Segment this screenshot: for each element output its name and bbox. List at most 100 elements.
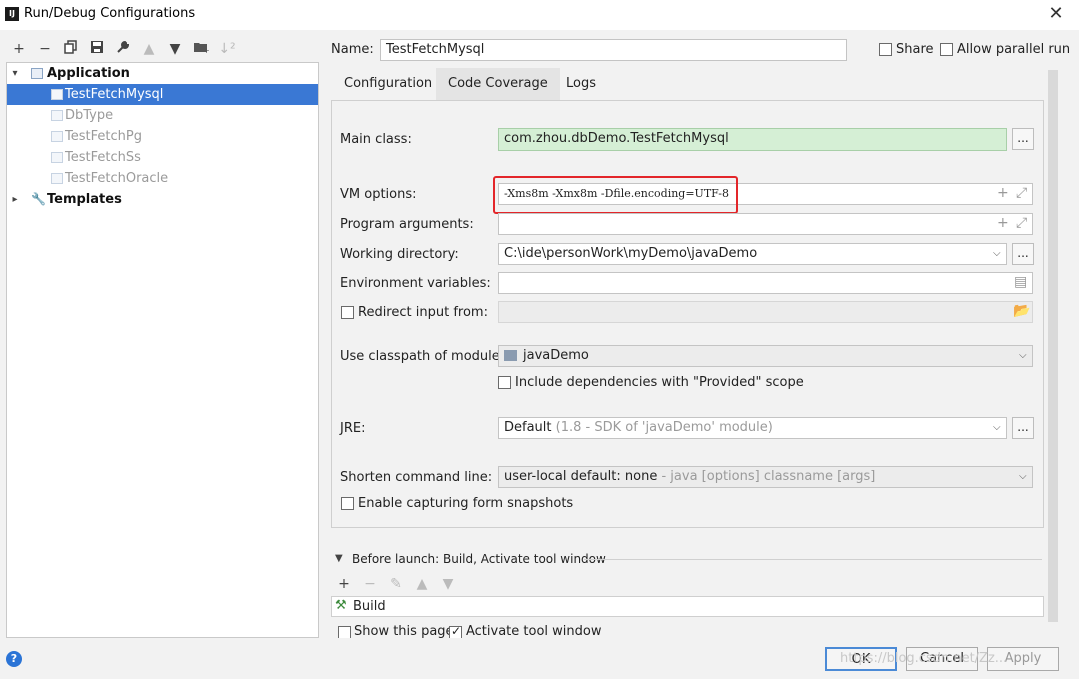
- tree-item-testfetchmysql[interactable]: TestFetchMysql: [7, 84, 318, 105]
- app-icon: IJ: [5, 7, 19, 21]
- save-icon[interactable]: [88, 40, 106, 58]
- tree-item-dbtype[interactable]: DbType: [7, 105, 318, 126]
- chevron-down-icon[interactable]: ▼: [335, 553, 343, 564]
- expand-icon[interactable]: ⤢: [1016, 215, 1027, 231]
- application-icon: [51, 152, 63, 163]
- share-label: Share: [896, 42, 934, 57]
- wrench-icon: 🔧: [31, 192, 46, 206]
- show-page-label: Show this page: [354, 624, 454, 638]
- chevron-down-icon[interactable]: ⌵: [1019, 471, 1027, 482]
- tree-item-templates[interactable]: ▸ 🔧 Templates: [7, 189, 318, 210]
- edit-icon[interactable]: ✎: [387, 575, 405, 593]
- share-checkbox[interactable]: [879, 43, 892, 56]
- before-launch-header[interactable]: Before launch: Build, Activate tool wind…: [352, 552, 606, 566]
- main-class-browse-button[interactable]: ...: [1012, 128, 1034, 150]
- tree-item-testfetchss[interactable]: TestFetchSs: [7, 147, 318, 168]
- tab-configuration[interactable]: Configuration: [332, 68, 444, 100]
- working-directory-browse-button[interactable]: ...: [1012, 243, 1034, 265]
- title-bar: IJ Run/Debug Configurations ✕: [0, 0, 1079, 30]
- shorten-command-select[interactable]: user-local default: none - java [options…: [498, 466, 1033, 488]
- activate-window-checkbox[interactable]: [449, 624, 462, 638]
- redirect-input-checkbox[interactable]: [341, 306, 354, 319]
- environment-variables-input[interactable]: [498, 272, 1033, 294]
- application-icon: [51, 131, 63, 142]
- arrow-down-icon[interactable]: ▼: [439, 575, 457, 593]
- arrow-up-icon[interactable]: ▲: [140, 40, 158, 58]
- chevron-down-icon[interactable]: ⌵: [1019, 350, 1027, 361]
- application-icon: [31, 68, 43, 79]
- chevron-down-icon[interactable]: ▾: [9, 63, 21, 84]
- before-launch-build-item[interactable]: Build: [353, 599, 386, 614]
- plus-icon[interactable]: +: [997, 215, 1009, 231]
- sort-icon[interactable]: ↓²: [218, 40, 236, 58]
- close-icon[interactable]: ✕: [1046, 3, 1066, 25]
- minus-icon[interactable]: −: [36, 40, 54, 58]
- jre-label: JRE:: [340, 421, 366, 436]
- main-class-input[interactable]: com.zhou.dbDemo.TestFetchMysql: [498, 128, 1007, 151]
- tab-logs[interactable]: Logs: [554, 68, 608, 100]
- chevron-right-icon[interactable]: ▸: [9, 189, 21, 210]
- copy-icon[interactable]: [62, 40, 80, 58]
- window-title: Run/Debug Configurations: [24, 6, 196, 21]
- before-launch-options: Show this page Activate tool window: [331, 622, 1044, 638]
- allow-parallel-label: Allow parallel run: [957, 42, 1071, 57]
- program-arguments-label: Program arguments:: [340, 217, 474, 232]
- enable-snapshots-checkbox[interactable]: [341, 497, 354, 510]
- activate-window-label: Activate tool window: [466, 624, 602, 638]
- plus-icon[interactable]: +: [335, 575, 353, 593]
- application-icon: [51, 110, 63, 121]
- jre-hint: (1.8 - SDK of 'javaDemo' module): [555, 420, 773, 435]
- shorten-command-value: user-local default: none: [504, 469, 658, 484]
- chevron-down-icon[interactable]: ⌵: [993, 422, 1001, 433]
- arrow-up-icon[interactable]: ▲: [413, 575, 431, 593]
- expand-icon[interactable]: ⤢: [1016, 185, 1027, 201]
- scrollbar[interactable]: [1048, 70, 1058, 622]
- application-icon: [51, 89, 63, 100]
- program-arguments-input[interactable]: [498, 213, 1033, 235]
- wrench-icon[interactable]: [114, 40, 132, 58]
- name-label: Name:: [331, 42, 374, 57]
- divider: [584, 559, 1042, 560]
- chevron-down-icon[interactable]: ⌵: [993, 248, 1001, 259]
- module-icon: [504, 350, 517, 361]
- help-icon[interactable]: ?: [6, 651, 22, 667]
- tab-code-coverage[interactable]: Code Coverage: [436, 68, 560, 100]
- include-dependencies-label: Include dependencies with "Provided" sco…: [515, 375, 804, 390]
- allow-parallel-checkbox[interactable]: [940, 43, 953, 56]
- list-icon[interactable]: ▤: [1014, 274, 1027, 290]
- enable-snapshots-label: Enable capturing form snapshots: [358, 496, 574, 511]
- working-directory-label: Working directory:: [340, 247, 459, 262]
- build-icon: ⚒: [335, 598, 347, 613]
- application-icon: [51, 173, 63, 184]
- tree-item-testfetchpg[interactable]: TestFetchPg: [7, 126, 318, 147]
- name-input[interactable]: TestFetchMysql: [380, 39, 847, 61]
- minus-icon[interactable]: −: [361, 575, 379, 593]
- watermark-text: https://blog.csdn.net/Zz...: [840, 651, 1008, 666]
- tree-item-application[interactable]: ▾ Application: [7, 63, 318, 84]
- folder-icon: 📂: [1013, 303, 1031, 319]
- jre-select[interactable]: Default (1.8 - SDK of 'javaDemo' module): [498, 417, 1007, 439]
- highlight-box: [493, 176, 738, 214]
- jre-browse-button[interactable]: ...: [1012, 417, 1034, 439]
- include-dependencies-checkbox[interactable]: [498, 376, 511, 389]
- main-class-label: Main class:: [340, 132, 412, 147]
- before-launch-list: [331, 596, 1044, 617]
- configuration-tree: ▾ Application TestFetchMysql DbType Test…: [6, 62, 319, 638]
- redirect-input-field: [498, 301, 1033, 323]
- environment-variables-label: Environment variables:: [340, 276, 491, 291]
- show-page-checkbox[interactable]: [338, 626, 351, 638]
- redirect-input-label: Redirect input from:: [358, 305, 488, 320]
- arrow-down-icon[interactable]: ▼: [166, 40, 184, 58]
- classpath-module-label: Use classpath of module:: [340, 349, 505, 364]
- plus-icon[interactable]: +: [997, 185, 1009, 201]
- tree-item-testfetchoracle[interactable]: TestFetchOracle: [7, 168, 318, 189]
- classpath-module-select[interactable]: javaDemo: [498, 345, 1033, 367]
- vm-options-label: VM options:: [340, 187, 417, 202]
- plus-icon[interactable]: +: [10, 40, 28, 58]
- working-directory-input[interactable]: C:\ide\personWork\myDemo\javaDemo: [498, 243, 1007, 265]
- tab-bar: Configuration Code Coverage Logs: [332, 68, 1044, 100]
- shorten-command-label: Shorten command line:: [340, 470, 493, 485]
- jre-value: Default: [504, 420, 552, 435]
- shorten-command-hint: - java [options] classname [args]: [661, 469, 876, 484]
- folder-add-icon[interactable]: +: [192, 40, 210, 58]
